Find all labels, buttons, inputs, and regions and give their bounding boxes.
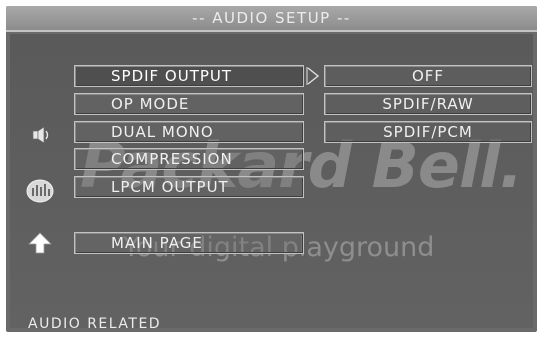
title-bar: -- AUDIO SETUP -- (6, 6, 537, 32)
status-text: AUDIO RELATED (28, 316, 162, 332)
option-label: OFF (411, 67, 445, 85)
option-off[interactable]: OFF (324, 65, 532, 87)
page-title: -- AUDIO SETUP -- (192, 9, 351, 27)
equalizer-icon (26, 179, 54, 203)
menu-item-op-mode[interactable]: OP MODE (74, 93, 304, 115)
menu-item-dual-mono[interactable]: DUAL MONO (74, 121, 304, 143)
option-label: SPDIF/PCM (383, 123, 473, 141)
option-label: SPDIF/RAW (382, 95, 474, 113)
option-spdif-raw[interactable]: SPDIF/RAW (324, 93, 532, 115)
menu-item-lpcm-output[interactable]: LPCM OUTPUT (74, 176, 304, 198)
main-page-button[interactable]: MAIN PAGE (74, 232, 304, 254)
menu-item-compression[interactable]: COMPRESSION (74, 148, 304, 170)
menu-item-label: LPCM OUTPUT (111, 178, 229, 196)
menu-panel: Packard Bell. Your digital playground SP… (10, 34, 533, 328)
menu-item-label: OP MODE (111, 95, 190, 113)
menu-item-spdif-output[interactable]: SPDIF OUTPUT (74, 65, 304, 87)
audio-setup-window: -- AUDIO SETUP -- Packard Bell. Your dig… (6, 6, 537, 332)
up-arrow-icon (28, 232, 52, 254)
speaker-icon (32, 126, 49, 144)
chevron-right-icon (306, 67, 320, 85)
menu-item-label: SPDIF OUTPUT (111, 67, 233, 85)
menu-item-label: COMPRESSION (111, 150, 233, 168)
main-page-label: MAIN PAGE (111, 234, 203, 252)
option-spdif-pcm[interactable]: SPDIF/PCM (324, 121, 532, 143)
menu-item-label: DUAL MONO (111, 123, 214, 141)
